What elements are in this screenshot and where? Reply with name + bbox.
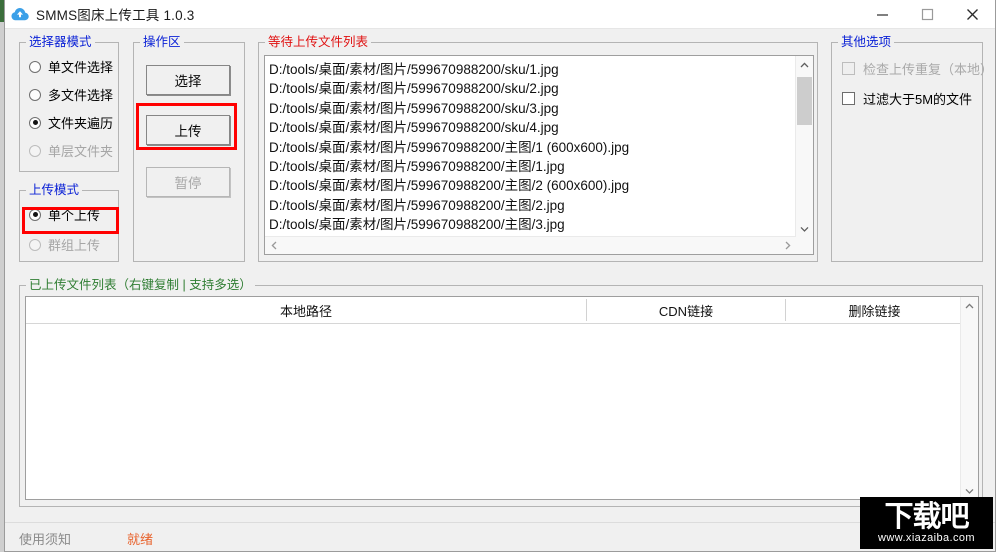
list-item[interactable]: D:/tools/桌面/素材/图片/599670988200/sku/2.jpg bbox=[269, 79, 796, 98]
radio-indicator-selected bbox=[29, 208, 41, 221]
application-window: SMMS图床上传工具 1.0.3 选择器模式 单文件选择 多文件选择 文件夹遍历 bbox=[4, 0, 996, 552]
maximize-button[interactable] bbox=[905, 0, 950, 28]
checkbox-label: 过滤大于5M的文件 bbox=[863, 92, 973, 107]
column-header-delete-link[interactable]: 删除链接 bbox=[786, 297, 963, 323]
list-item[interactable]: D:/tools/桌面/素材/图片/599670988200/主图/1 (600… bbox=[269, 138, 796, 157]
selector-mode-legend: 选择器模式 bbox=[26, 35, 95, 49]
window-title: SMMS图床上传工具 1.0.3 bbox=[36, 8, 195, 23]
pending-list-vertical-scrollbar[interactable] bbox=[795, 56, 813, 237]
scroll-left-icon[interactable] bbox=[265, 237, 282, 254]
upload-button-label: 上传 bbox=[174, 124, 202, 139]
checkbox-filter-over-5m[interactable]: 过滤大于5M的文件 bbox=[842, 89, 972, 108]
column-header-local-path[interactable]: 本地路径 bbox=[26, 297, 586, 323]
upload-button[interactable]: 上传 bbox=[146, 115, 230, 145]
uploaded-files-table[interactable]: 本地路径 CDN链接 删除链接 bbox=[25, 296, 979, 500]
pending-upload-group: 等待上传文件列表 D:/tools/桌面/素材/图片/599670988200/… bbox=[258, 35, 818, 262]
radio-label: 群组上传 bbox=[48, 238, 101, 253]
scroll-up-icon[interactable] bbox=[796, 56, 813, 73]
close-button[interactable] bbox=[950, 0, 995, 28]
pending-list-legend: 等待上传文件列表 bbox=[265, 35, 372, 49]
radio-indicator-disabled bbox=[29, 144, 41, 157]
list-item[interactable]: D:/tools/桌面/素材/图片/599670988200/sku/3.jpg bbox=[269, 99, 796, 118]
pending-file-rows: D:/tools/桌面/素材/图片/599670988200/sku/1.jpg… bbox=[265, 56, 796, 237]
status-text: 就绪 bbox=[127, 532, 154, 547]
radio-single-file-select[interactable]: 单文件选择 bbox=[29, 57, 113, 76]
scroll-right-icon[interactable] bbox=[779, 237, 796, 254]
checkbox-check-duplicate-local: 检查上传重复（本地） bbox=[842, 59, 993, 78]
scroll-up-icon[interactable] bbox=[961, 297, 978, 314]
title-bar: SMMS图床上传工具 1.0.3 bbox=[5, 0, 995, 29]
radio-indicator bbox=[29, 88, 41, 101]
watermark-title: 下载吧 bbox=[884, 499, 969, 533]
scrollbar-corner bbox=[796, 237, 813, 254]
radio-label: 文件夹遍历 bbox=[48, 116, 114, 131]
pending-list-horizontal-scrollbar[interactable] bbox=[265, 236, 796, 254]
list-item[interactable]: D:/tools/桌面/素材/图片/599670988200/sku/1.jpg bbox=[269, 60, 796, 79]
uploaded-list-group: 已上传文件列表（右键复制 | 支持多选） 本地路径 CDN链接 删除链接 bbox=[19, 278, 983, 507]
operation-area-legend: 操作区 bbox=[140, 35, 184, 49]
radio-indicator bbox=[29, 60, 41, 73]
status-bar: 使用须知 就绪 bbox=[5, 522, 995, 551]
minimize-button[interactable] bbox=[860, 0, 905, 28]
other-options-legend: 其他选项 bbox=[838, 35, 895, 49]
other-options-group: 其他选项 检查上传重复（本地） 过滤大于5M的文件 bbox=[831, 35, 993, 262]
pending-file-listbox[interactable]: D:/tools/桌面/素材/图片/599670988200/sku/1.jpg… bbox=[264, 55, 814, 255]
pause-button-label: 暂停 bbox=[174, 176, 202, 191]
watermark-url: www.xiazaiba.com bbox=[878, 532, 975, 544]
list-item[interactable]: D:/tools/桌面/素材/图片/599670988200/主图/2 (600… bbox=[269, 176, 796, 195]
pause-button: 暂停 bbox=[146, 167, 230, 197]
list-item[interactable]: D:/tools/桌面/素材/图片/599670988200/sku/4.jpg bbox=[269, 118, 796, 137]
radio-single-upload[interactable]: 单个上传 bbox=[29, 205, 100, 224]
operation-area-group: 操作区 选择 上传 暂停 bbox=[133, 35, 245, 262]
radio-label: 多文件选择 bbox=[48, 88, 114, 103]
cloud-upload-icon bbox=[10, 4, 30, 24]
scroll-down-icon[interactable] bbox=[796, 220, 813, 237]
usage-notice-link[interactable]: 使用须知 bbox=[19, 529, 71, 548]
select-button-label: 选择 bbox=[174, 74, 202, 89]
radio-indicator-disabled bbox=[29, 238, 41, 251]
radio-folder-traverse[interactable]: 文件夹遍历 bbox=[29, 113, 113, 132]
radio-indicator-selected bbox=[29, 116, 41, 129]
table-header-row: 本地路径 CDN链接 删除链接 bbox=[26, 297, 961, 324]
watermark-logo: 下载吧 www.xiazaiba.com bbox=[860, 497, 993, 549]
list-item[interactable]: D:/tools/桌面/素材/图片/599670988200/主图/2.jpg bbox=[269, 196, 796, 215]
checkbox-label: 检查上传重复（本地） bbox=[863, 62, 994, 77]
radio-single-level-folder: 单层文件夹 bbox=[29, 141, 113, 160]
radio-label: 单层文件夹 bbox=[48, 144, 114, 159]
checkbox-indicator bbox=[842, 92, 855, 105]
uploaded-list-legend: 已上传文件列表（右键复制 | 支持多选） bbox=[26, 278, 255, 292]
pending-list-scroll-thumb[interactable] bbox=[797, 77, 812, 125]
select-button[interactable]: 选择 bbox=[146, 65, 230, 95]
radio-multi-file-select[interactable]: 多文件选择 bbox=[29, 85, 113, 104]
radio-group-upload: 群组上传 bbox=[29, 235, 100, 254]
radio-label: 单文件选择 bbox=[48, 60, 114, 75]
selector-mode-group: 选择器模式 单文件选择 多文件选择 文件夹遍历 单层文件夹 bbox=[19, 35, 119, 172]
upload-mode-group: 上传模式 单个上传 群组上传 bbox=[19, 183, 119, 262]
radio-label: 单个上传 bbox=[48, 208, 101, 223]
uploaded-list-vertical-scrollbar[interactable] bbox=[960, 297, 978, 499]
list-item[interactable]: D:/tools/桌面/素材/图片/599670988200/主图/1.jpg bbox=[269, 157, 796, 176]
checkbox-indicator-disabled bbox=[842, 62, 855, 75]
column-header-cdn-link[interactable]: CDN链接 bbox=[587, 297, 785, 323]
list-item[interactable]: D:/tools/桌面/素材/图片/599670988200/主图/3.jpg bbox=[269, 215, 796, 234]
upload-mode-legend: 上传模式 bbox=[26, 183, 83, 197]
window-controls bbox=[860, 0, 995, 28]
